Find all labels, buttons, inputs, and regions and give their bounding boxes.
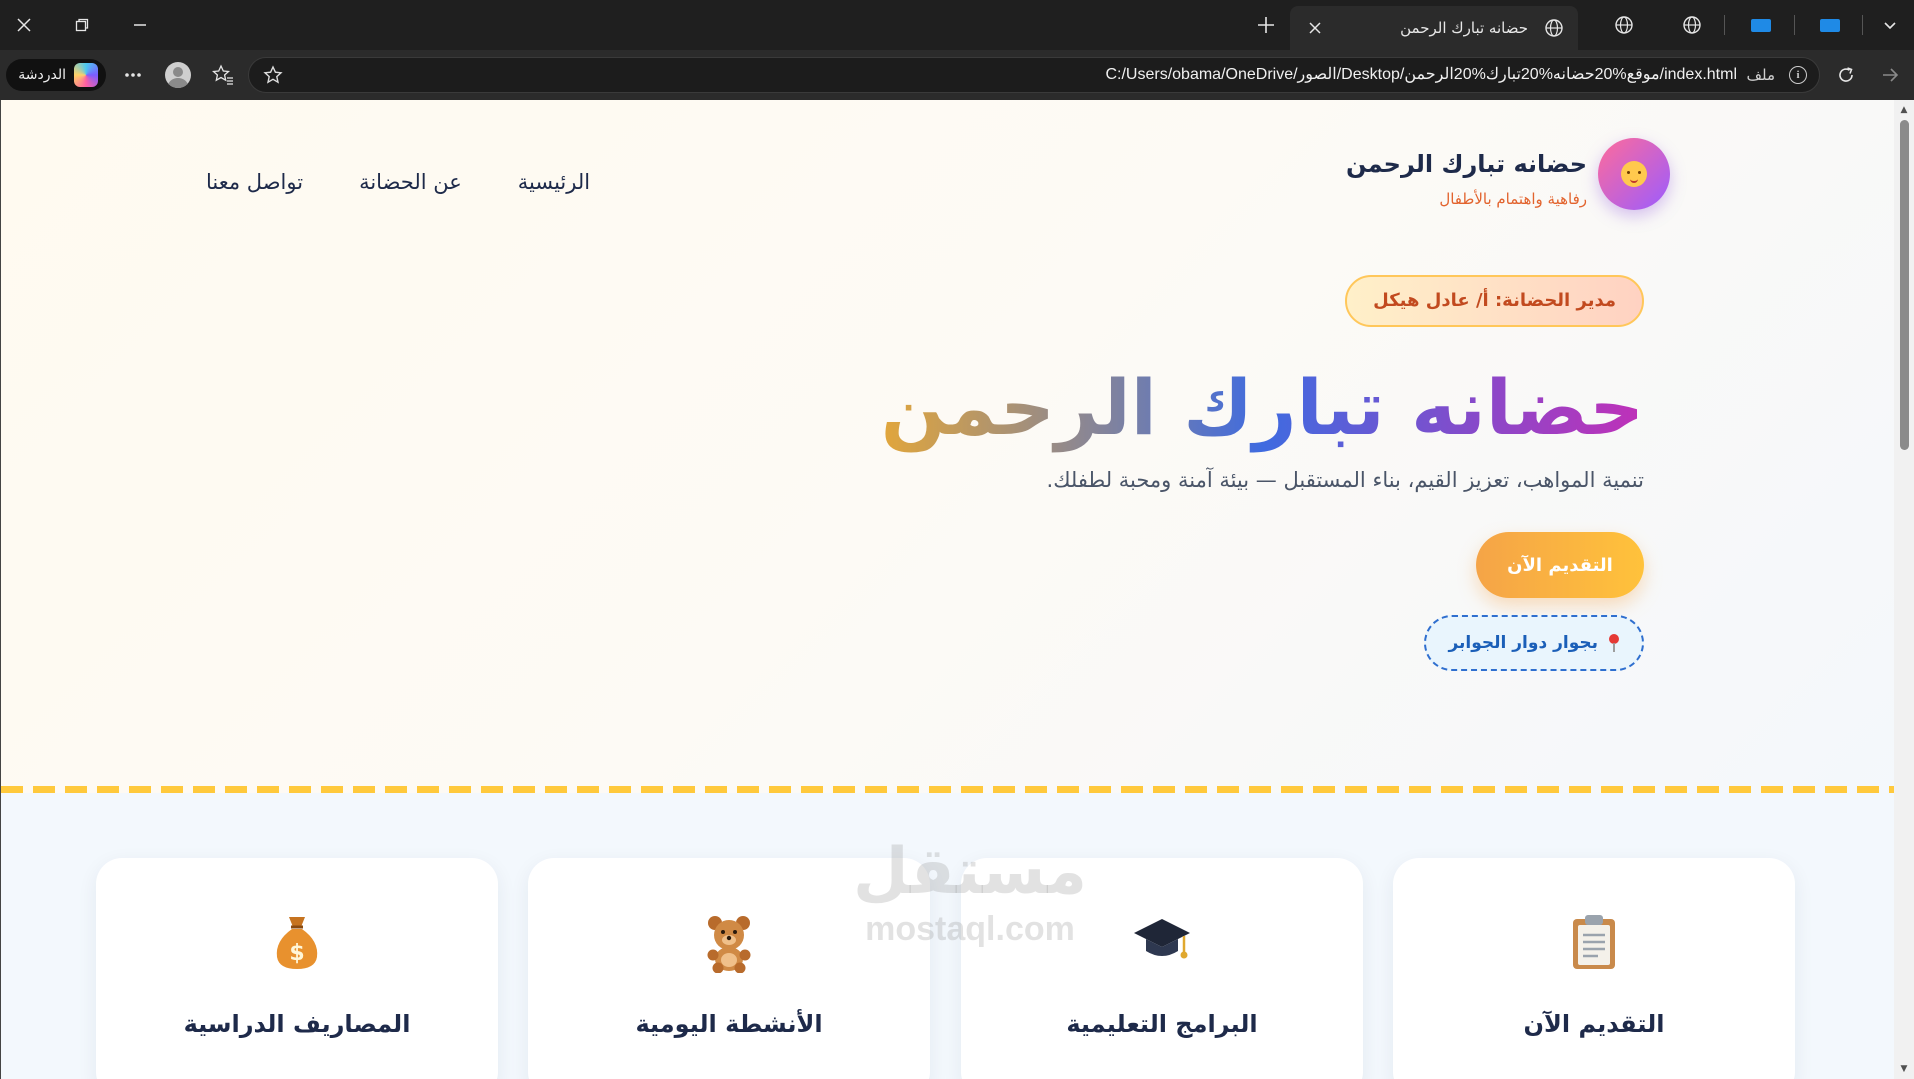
globe-icon — [1544, 6, 1564, 50]
page-scrollbar[interactable]: ▲ ▼ — [1894, 100, 1914, 1079]
favorites-icon — [212, 64, 233, 85]
card-title: المصاريف الدراسية — [183, 1010, 411, 1038]
tab-globe-1[interactable] — [1600, 0, 1648, 50]
copilot-chat-button[interactable]: الدردشة — [6, 59, 106, 91]
scroll-up-arrow-icon[interactable]: ▲ — [1894, 102, 1914, 118]
card-title: الأنشطة اليومية — [635, 1010, 823, 1038]
brand-tagline: رفاهية واهتمام بالأطفال — [1439, 190, 1587, 208]
arrow-right-icon — [1883, 68, 1899, 82]
window-tab-icon — [1751, 18, 1771, 32]
more-options-button[interactable] — [113, 50, 153, 100]
address-scheme-label: ملف — [1746, 66, 1775, 84]
globe-icon — [1683, 16, 1701, 34]
avatar — [165, 62, 191, 88]
card-fees[interactable]: $ المصاريف الدراسية — [96, 858, 498, 1079]
svg-text:$: $ — [289, 941, 304, 966]
card-programs[interactable]: البرامج التعليمية — [961, 858, 1363, 1079]
money-bag-icon: $ — [96, 913, 498, 971]
browser-title-bar: حضانه تبارك الرحمن — [0, 0, 1914, 50]
tab-separator — [1794, 15, 1795, 35]
address-bar[interactable]: C:/Users/obama/OneDrive/الصور/Desktop/مو… — [248, 57, 1820, 93]
window-restore-button[interactable] — [58, 0, 106, 50]
copilot-icon — [74, 63, 98, 87]
active-tab[interactable]: حضانه تبارك الرحمن — [1290, 6, 1578, 50]
scroll-down-arrow-icon[interactable]: ▼ — [1894, 1061, 1914, 1077]
card-title: البرامج التعليمية — [1066, 1010, 1258, 1038]
location-badge[interactable]: بجوار دوار الجوابر — [1424, 615, 1644, 671]
close-icon — [17, 18, 31, 32]
window-minimize-button[interactable] — [116, 0, 164, 50]
site-info-icon[interactable]: i — [1789, 66, 1807, 84]
plus-icon — [1258, 17, 1274, 33]
scrollbar-thumb[interactable] — [1900, 120, 1909, 450]
nav-link-home[interactable]: الرئيسية — [518, 170, 590, 200]
tab-window-1[interactable] — [1737, 0, 1785, 50]
reload-icon — [1839, 67, 1853, 82]
profile-button[interactable] — [158, 50, 198, 100]
site-logo[interactable] — [1598, 138, 1670, 210]
hero-subtitle: تنمية المواهب، تعزيز القيم، بناء المستقب… — [1046, 468, 1644, 492]
graduation-cap-icon — [961, 913, 1363, 965]
nav-links: تواصل معنا عن الحضانة الرئيسية — [206, 170, 590, 200]
tab-separator — [1862, 15, 1863, 35]
card-activities[interactable]: الأنشطة اليومية — [528, 858, 930, 1079]
window-tab-icon — [1820, 18, 1840, 32]
director-badge: مدير الحضانة: أ/ عادل هيكل — [1345, 275, 1644, 327]
address-url: C:/Users/obama/OneDrive/الصور/Desktop/مو… — [1105, 66, 1737, 83]
clipboard-icon — [1393, 913, 1795, 971]
favorites-button[interactable] — [203, 50, 243, 100]
hero-title: حضانه تبارك الرحمن — [880, 363, 1644, 452]
tab-separator — [1724, 15, 1725, 35]
site-navbar: حضانه تبارك الرحمن رفاهية واهتمام بالأطف… — [1, 100, 1894, 220]
tab-window-2[interactable] — [1806, 0, 1854, 50]
tab-title: حضانه تبارك الرحمن — [1400, 19, 1528, 37]
location-label: بجوار دوار الجوابر — [1448, 633, 1598, 653]
reload-button[interactable] — [1826, 50, 1866, 100]
card-apply[interactable]: التقديم الآن — [1393, 858, 1795, 1079]
window-close-button[interactable] — [0, 0, 48, 50]
tab-globe-2[interactable] — [1668, 0, 1716, 50]
section-divider — [1, 786, 1894, 793]
more-icon — [125, 73, 141, 77]
baby-face-icon — [1621, 161, 1647, 187]
star-icon — [263, 65, 283, 84]
nav-link-about[interactable]: عن الحضانة — [359, 170, 462, 200]
browser-toolbar: الدردشة C:/Users/obama/OneDrive/الصور/De… — [0, 50, 1914, 100]
teddy-bear-icon — [528, 913, 930, 973]
new-tab-button[interactable] — [1248, 0, 1284, 50]
close-icon — [1309, 22, 1321, 34]
tab-close-button[interactable] — [1300, 6, 1330, 50]
minimize-icon — [134, 24, 146, 26]
pin-icon — [1608, 634, 1620, 652]
forward-button[interactable] — [1870, 50, 1910, 100]
globe-icon — [1615, 16, 1633, 34]
chevron-down-icon — [1884, 22, 1896, 30]
brand-name: حضانه تبارك الرحمن — [1345, 150, 1587, 178]
add-favorite-button[interactable] — [257, 58, 289, 92]
apply-now-button[interactable]: التقديم الآن — [1476, 532, 1644, 598]
nav-link-contact[interactable]: تواصل معنا — [206, 170, 303, 200]
restore-icon — [75, 18, 89, 32]
card-title: التقديم الآن — [1523, 1010, 1665, 1038]
tab-list-button[interactable] — [1868, 0, 1912, 50]
copilot-label: الدردشة — [18, 67, 66, 83]
